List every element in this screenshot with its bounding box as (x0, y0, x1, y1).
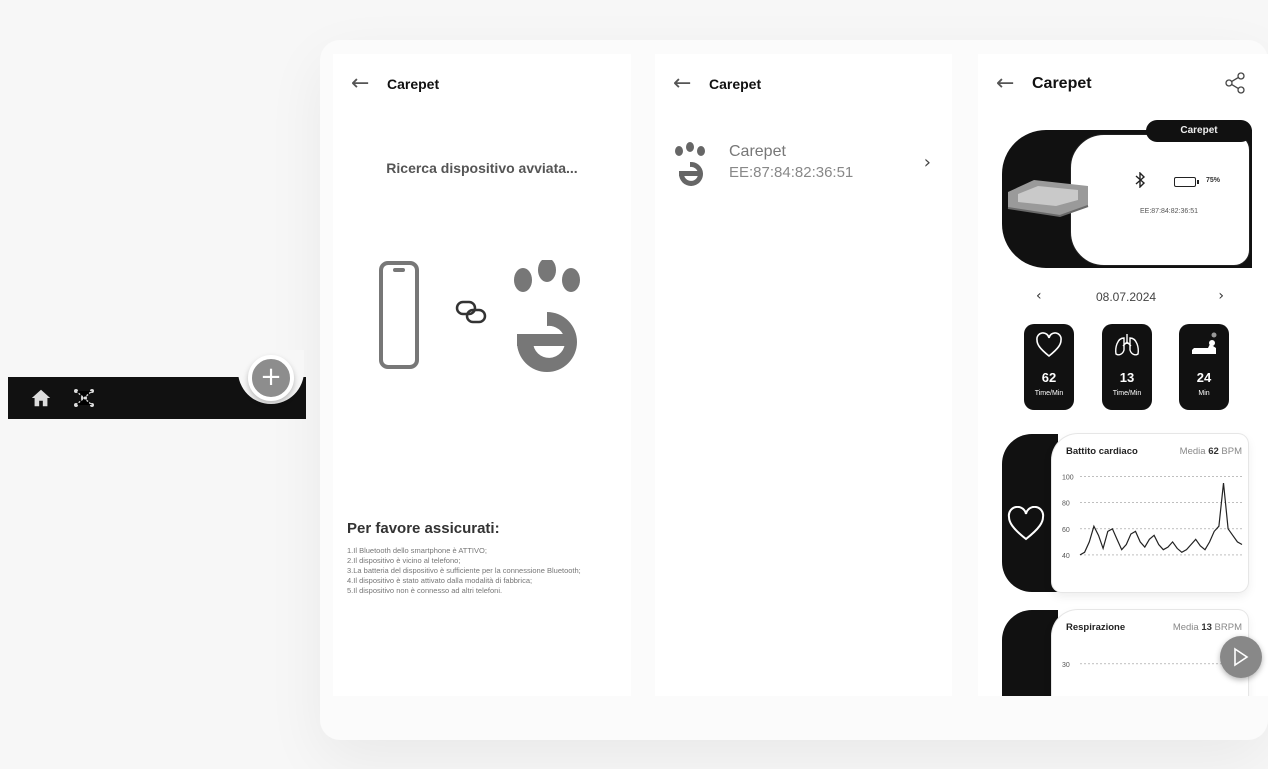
search-status: Ricerca dispositivo avviata... (386, 160, 578, 176)
carepet-logo-icon (514, 260, 580, 372)
tile-unit: Time/Min (1112, 390, 1142, 397)
battery-icon (1174, 177, 1199, 187)
avg-value: 62 (1208, 446, 1219, 457)
device-mac: EE:87:84:82:36:51 (1140, 208, 1198, 215)
header: ← Carepet (351, 72, 617, 96)
home-icon[interactable] (30, 387, 52, 409)
note-item: 5.Il dispositivo non è connesso ad altri… (347, 586, 503, 595)
pet-bed-image (1007, 180, 1089, 218)
notes-list: 1.Il Bluetooth dello smartphone è ATTIVO… (347, 546, 627, 596)
y-tick-label: 80 (1062, 501, 1070, 508)
share-icon[interactable] (1224, 72, 1246, 94)
date-selector: ‹ 08.07.2024 › (1018, 288, 1228, 306)
page-title: Carepet (1032, 75, 1092, 92)
y-tick-label: 30 (1062, 662, 1070, 669)
link-icon (455, 300, 487, 324)
page-title: Carepet (709, 76, 762, 92)
bluetooth-icon (1135, 172, 1146, 188)
device-mac: EE:87:84:82:36:51 (729, 164, 854, 181)
note-item: 3.La batteria del dispositivo è sufficie… (347, 566, 581, 575)
chevron-left-icon[interactable]: ‹ (1036, 288, 1042, 304)
heart-rate-tile[interactable]: 62 Time/Min (1024, 324, 1074, 410)
chart-average: Media 62 BPM (1180, 446, 1242, 457)
header: ← Carepet (673, 72, 938, 96)
battery-level: 75% (1206, 177, 1221, 184)
header: ← Carepet (996, 72, 1254, 96)
series-line (1079, 483, 1243, 556)
device-list-item[interactable]: Carepet EE:87:84:82:36:51 › (673, 140, 933, 192)
heart-icon (1036, 332, 1062, 358)
chart-average: Media 13 BRPM (1173, 622, 1242, 633)
respiration-chart-card[interactable]: Respirazione Media 13 BRPM 3020 (1052, 610, 1248, 696)
respiration-chart-backdrop (1002, 610, 1058, 696)
device-card[interactable] (1070, 134, 1250, 266)
app-showcase: + ← Carepet Ricerca dispositivo avviata.… (0, 0, 1268, 769)
pet-resting-icon (1192, 332, 1217, 354)
respiration-chart: 3020 (1062, 662, 1242, 669)
avg-unit: BRPM (1214, 622, 1242, 633)
heart-rate-chart: 100 80 60 40 (1062, 475, 1243, 560)
play-icon (1234, 647, 1249, 667)
page-title: Carepet (387, 76, 440, 92)
y-tick-label: 100 (1062, 475, 1074, 482)
respiration-tile[interactable]: 13 Time/Min (1102, 324, 1152, 410)
selected-date: 08.07.2024 (1096, 290, 1157, 304)
add-button[interactable]: + (248, 355, 294, 401)
notes-title: Per favore assicurati: (347, 520, 500, 537)
play-button[interactable] (1220, 636, 1262, 678)
avg-unit: BPM (1221, 446, 1242, 457)
chevron-right-icon[interactable]: › (1218, 288, 1224, 304)
y-tick-label: 40 (1062, 553, 1070, 560)
back-arrow-icon[interactable]: ← (996, 73, 1024, 95)
brand-badge: Carepet (1146, 120, 1252, 142)
tile-value: 13 (1119, 370, 1135, 385)
chevron-right-icon: › (923, 152, 931, 173)
heart-rate-chart-card[interactable]: Battito cardiaco Media 62 BPM 100 80 60 40 (1052, 434, 1248, 592)
note-item: 2.Il dispositivo è vicino al telefono; (347, 556, 461, 565)
phone-pairing-illustration (379, 260, 580, 372)
tile-unit: Time/Min (1034, 390, 1064, 397)
chart-title: Battito cardiaco (1066, 446, 1138, 457)
search-screen: ← Carepet Ricerca dispositivo avviata...… (333, 54, 631, 696)
tile-unit: Min (1198, 390, 1210, 397)
y-tick-label: 60 (1062, 527, 1070, 534)
carepet-logo-icon (675, 142, 705, 186)
note-item: 4.Il dispositivo è stato attivato dalla … (347, 576, 533, 585)
avg-label: Media (1172, 622, 1199, 633)
lungs-icon (1115, 334, 1139, 356)
heart-outline-icon (1007, 506, 1045, 541)
avg-label: Media (1179, 446, 1206, 457)
rest-time-tile[interactable]: 24 Min (1179, 324, 1229, 410)
back-arrow-icon[interactable]: ← (351, 73, 379, 95)
back-arrow-icon[interactable]: ← (673, 73, 701, 95)
device-name: Carepet (729, 143, 786, 160)
device-list-screen: ← Carepet Carepet EE:87:84:82:36:51 › (655, 54, 952, 696)
avg-value: 13 (1201, 622, 1212, 633)
note-item: 1.Il Bluetooth dello smartphone è ATTIVO… (347, 546, 487, 555)
chart-title: Respirazione (1066, 622, 1126, 633)
tile-value: 62 (1041, 370, 1057, 385)
tile-value: 24 (1196, 370, 1212, 385)
network-icon[interactable] (72, 386, 96, 410)
dashboard-screen: ← Carepet Carepet 75% EE:87:84:82:36:51 … (978, 54, 1268, 696)
